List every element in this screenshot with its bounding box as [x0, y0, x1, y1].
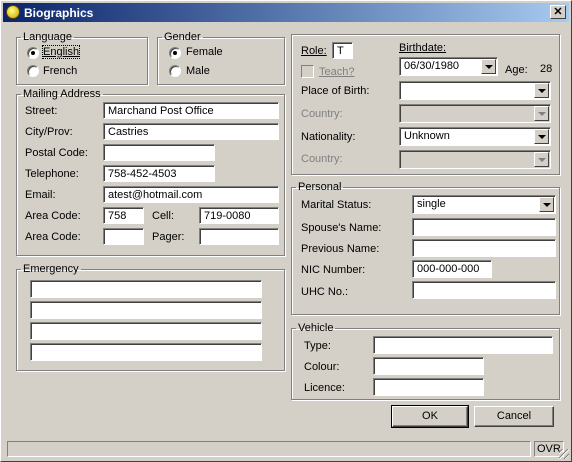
title-bar: Biographics ✕ [3, 3, 569, 22]
nationality-label: Nationality: [301, 131, 356, 143]
telephone-label: Telephone: [25, 168, 79, 180]
emergency-line-2[interactable] [30, 301, 262, 319]
spouse-name-label: Spouse's Name: [301, 222, 382, 234]
status-bar [7, 441, 531, 457]
nationality-select[interactable]: Unknown [399, 127, 551, 146]
previous-name-input[interactable] [412, 239, 556, 257]
birthdate-label: Birthdate: [399, 42, 447, 54]
uhc-number-input[interactable] [412, 281, 556, 299]
email-input[interactable]: atest@hotmail.com [103, 186, 279, 203]
age-value: 28 [540, 63, 553, 75]
nationality-value: Unknown [404, 130, 450, 142]
emergency-line-1[interactable] [30, 280, 262, 298]
role-input[interactable]: T [332, 42, 353, 59]
french-label[interactable]: French [43, 65, 77, 77]
city-input[interactable]: Castries [103, 123, 279, 140]
vehicle-licence-input[interactable] [373, 378, 484, 396]
vehicle-type-input[interactable] [373, 336, 553, 354]
english-radio[interactable] [27, 47, 39, 59]
emergency-legend: Emergency [23, 263, 79, 275]
marital-status-label: Marital Status: [301, 199, 372, 211]
male-radio[interactable] [169, 65, 181, 77]
cell-label: Cell: [152, 210, 175, 222]
area-code-input[interactable]: 758 [103, 207, 144, 224]
female-label[interactable]: Female [186, 46, 223, 58]
chevron-down-icon[interactable] [534, 152, 549, 167]
ok-button[interactable]: OK [391, 405, 469, 428]
pager-label: Pager: [152, 231, 185, 243]
nic-number-input[interactable]: 000-000-000 [412, 260, 492, 278]
spouse-name-input[interactable] [412, 218, 556, 236]
chevron-down-icon[interactable] [534, 83, 549, 98]
vehicle-colour-label: Colour: [304, 361, 340, 373]
english-label[interactable]: English [41, 45, 81, 59]
area-code-label: Area Code: [25, 210, 81, 222]
street-label: Street: [25, 105, 58, 117]
female-radio[interactable] [169, 47, 181, 59]
previous-name-label: Previous Name: [301, 243, 380, 255]
pager-input[interactable] [199, 228, 279, 245]
close-icon[interactable]: ✕ [550, 5, 566, 19]
nationality-country-select[interactable] [399, 150, 551, 169]
window-title: Biographics [24, 6, 94, 20]
vehicle-colour-input[interactable] [373, 357, 484, 375]
male-label[interactable]: Male [186, 65, 210, 77]
chevron-down-icon[interactable] [534, 106, 549, 121]
emergency-line-3[interactable] [30, 322, 262, 340]
place-of-birth-label: Place of Birth: [301, 85, 370, 97]
chevron-down-icon[interactable] [481, 59, 496, 74]
telephone-input[interactable]: 758-452-4503 [103, 165, 215, 182]
resize-grip-icon[interactable] [559, 449, 569, 459]
chevron-down-icon[interactable] [534, 129, 549, 144]
vehicle-legend: Vehicle [298, 322, 334, 334]
postal-input[interactable] [103, 144, 215, 161]
marital-status-value: single [417, 198, 446, 210]
emergency-line-4[interactable] [30, 343, 262, 361]
biographics-window: Biographics ✕ Language English French Ge… [0, 0, 572, 462]
marital-status-select[interactable]: single [412, 195, 556, 214]
age-label: Age: [505, 64, 528, 76]
street-input[interactable]: Marchand Post Office [103, 102, 279, 119]
personal-legend: Personal [298, 181, 342, 193]
gender-legend: Gender [164, 31, 201, 43]
role-label: Role: [301, 45, 327, 57]
email-label: Email: [25, 189, 56, 201]
birth-country-label: Country: [301, 108, 343, 120]
language-legend: Language [23, 31, 72, 43]
birthdate-picker[interactable]: 06/30/1980 [399, 57, 498, 76]
french-radio[interactable] [27, 65, 39, 77]
vehicle-type-label: Type: [304, 340, 331, 352]
nationality-country-label: Country: [301, 153, 343, 165]
app-icon [6, 5, 20, 19]
mailing-legend: Mailing Address [23, 88, 101, 100]
vehicle-licence-label: Licence: [304, 382, 345, 394]
teach-label: Teach? [319, 66, 355, 78]
nic-number-label: NIC Number: [301, 264, 366, 276]
pager-area-code-label: Area Code: [25, 231, 81, 243]
chevron-down-icon[interactable] [539, 197, 554, 212]
pager-area-code-input[interactable] [103, 228, 144, 245]
teach-checkbox[interactable] [301, 65, 314, 78]
birth-country-select[interactable] [399, 104, 551, 123]
uhc-number-label: UHC No.: [301, 286, 349, 298]
postal-label: Postal Code: [25, 147, 88, 159]
cancel-button[interactable]: Cancel [474, 406, 554, 427]
city-label: City/Prov: [25, 126, 73, 138]
birthdate-value: 06/30/1980 [404, 60, 460, 72]
place-of-birth-select[interactable] [399, 81, 551, 100]
cell-input[interactable]: 719-0080 [199, 207, 279, 224]
